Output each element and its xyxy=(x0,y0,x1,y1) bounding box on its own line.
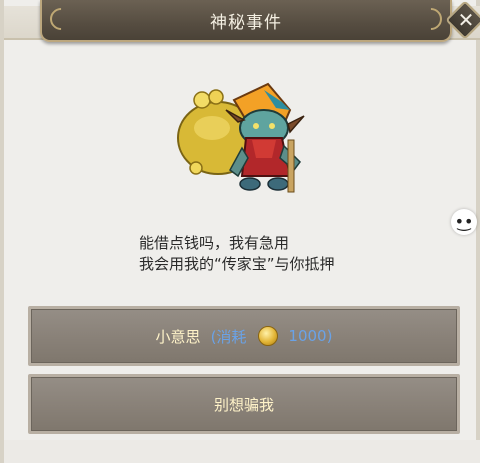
cost-amount: 1000) xyxy=(288,327,333,345)
accept-option-label: 小意思 xyxy=(155,327,201,346)
refuse-option-content: 别想骗我 xyxy=(31,377,457,431)
title-plate: 神秘事件 xyxy=(40,0,452,42)
event-dialog: 神秘事件 ✕ •͜• 能借点钱吗，我有急用 我会用我的“传家宝”与你抵押 小意思… xyxy=(0,0,480,463)
refuse-option-button[interactable]: 别想骗我 xyxy=(28,374,460,434)
event-message: 能借点钱吗，我有急用 我会用我的“传家宝”与你抵押 xyxy=(139,233,439,275)
dialog-footer xyxy=(4,440,480,463)
message-line: 我会用我的“传家宝”与你抵押 xyxy=(139,255,335,273)
accept-option-button[interactable]: 小意思 (消耗 1000) xyxy=(28,306,460,366)
goblin-merchant-illustration xyxy=(177,82,305,193)
message-line: 能借点钱吗，我有急用 xyxy=(139,234,290,252)
dialog-title: 神秘事件 xyxy=(210,13,282,33)
gold-coin-icon xyxy=(258,326,279,346)
cost-info: (消耗 1000) xyxy=(210,326,333,347)
chat-emoji-icon[interactable]: •͜• xyxy=(451,209,477,235)
accept-option-content: 小意思 (消耗 1000) xyxy=(31,309,457,363)
refuse-option-label: 别想骗我 xyxy=(213,395,274,414)
cost-prefix: (消耗 xyxy=(210,327,247,346)
